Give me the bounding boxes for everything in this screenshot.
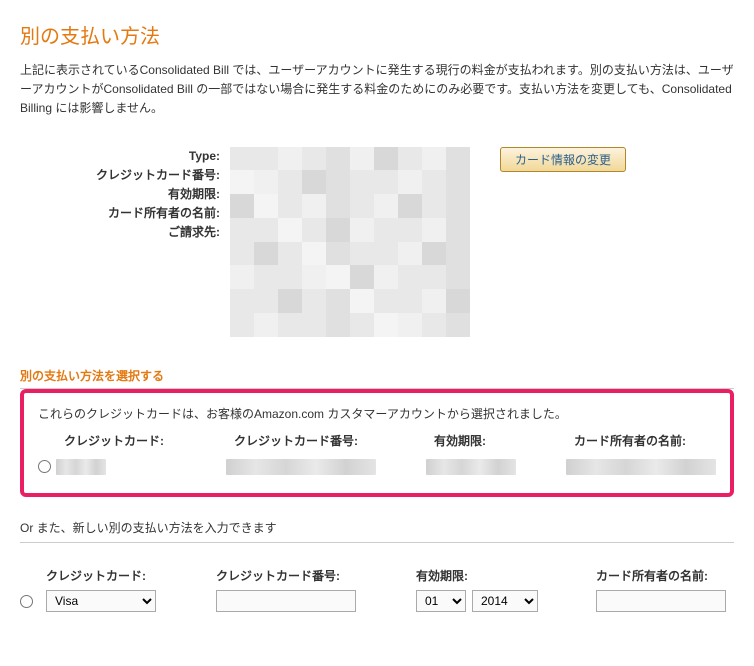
card-number-input[interactable] xyxy=(216,590,356,612)
field-labels: Type: クレジットカード番号: 有効期限: カード所有者の名前: ご請求先: xyxy=(20,147,220,337)
col-card: クレジットカード: xyxy=(64,432,234,449)
col-card-number: クレジットカード番号: xyxy=(234,432,434,449)
blurred-holder xyxy=(566,459,716,475)
existing-cards-header: クレジットカード: クレジットカード番号: 有効期限: カード所有者の名前: xyxy=(38,432,716,449)
col-holder: カード所有者の名前: xyxy=(574,432,716,449)
page-title: 別の支払い方法 xyxy=(20,20,734,49)
new-label-holder: カード所有者の名前: xyxy=(596,567,734,584)
intro-text: 上記に表示されているConsolidated Bill では、ユーザーアカウント… xyxy=(20,61,734,119)
label-type: Type: xyxy=(20,147,220,166)
col-expiry: 有効期限: xyxy=(434,432,574,449)
card-holder-input[interactable] xyxy=(596,590,726,612)
existing-cards-note: これらのクレジットカードは、お客様のAmazon.com カスタマーアカウントか… xyxy=(38,405,716,422)
current-payment-block: Type: クレジットカード番号: 有効期限: カード所有者の名前: ご請求先:… xyxy=(20,147,734,337)
blurred-expiry xyxy=(426,459,516,475)
new-label-card-number: クレジットカード番号: xyxy=(216,567,416,584)
existing-card-radio[interactable] xyxy=(38,460,51,473)
new-card-radio[interactable] xyxy=(20,595,33,608)
select-section-heading: 別の支払い方法を選択する xyxy=(20,367,734,389)
new-label-expiry: 有効期限: xyxy=(416,567,596,584)
label-expiry: 有効期限: xyxy=(20,185,220,204)
existing-card-row xyxy=(38,459,716,475)
expiry-year-select[interactable]: 2014 xyxy=(472,590,538,612)
existing-cards-box: これらのクレジットカードは、お客様のAmazon.com カスタマーアカウントか… xyxy=(20,389,734,497)
change-card-button[interactable]: カード情報の変更 xyxy=(500,147,626,172)
label-billing: ご請求先: xyxy=(20,223,220,242)
new-payment-row: クレジットカード: Visa クレジットカード番号: 有効期限: 01 2014… xyxy=(20,567,734,612)
blurred-card-type xyxy=(56,459,106,475)
expiry-month-select[interactable]: 01 xyxy=(416,590,466,612)
blurred-current-values xyxy=(230,147,470,337)
card-type-select[interactable]: Visa xyxy=(46,590,156,612)
new-label-card: クレジットカード: xyxy=(46,567,216,584)
label-holder: カード所有者の名前: xyxy=(20,204,220,223)
label-card-number: クレジットカード番号: xyxy=(20,166,220,185)
blurred-card-number xyxy=(226,459,376,475)
or-divider-text: Or また、新しい別の支払い方法を入力できます xyxy=(20,519,734,543)
